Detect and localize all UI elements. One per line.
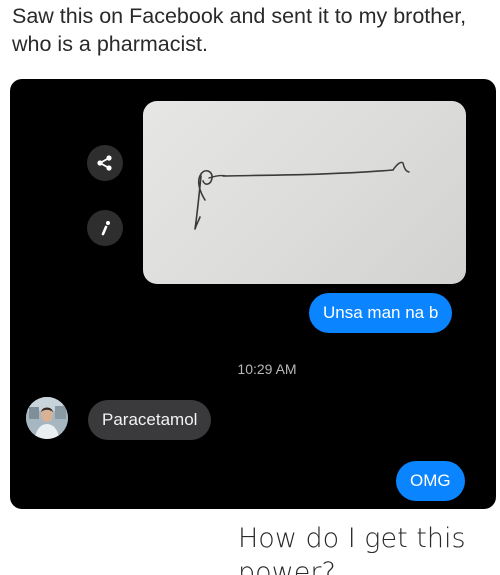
messenger-chat-screenshot: Unsa man na b 10:29 AM Paracetamol OMG: [10, 79, 496, 509]
pencil-icon: [101, 221, 110, 236]
message-bubble-outgoing[interactable]: Unsa man na b: [309, 293, 453, 333]
handwriting-photo[interactable]: [143, 101, 466, 284]
contact-avatar[interactable]: [26, 397, 68, 439]
message-timestamp: 10:29 AM: [10, 361, 496, 377]
message-bubble-incoming[interactable]: Paracetamol: [88, 400, 212, 440]
avatar-photo: [26, 397, 68, 439]
scribble-drawing: [194, 161, 410, 230]
top-caption: Saw this on Facebook and sent it to my b…: [12, 4, 467, 56]
share-icon: [97, 155, 112, 171]
bottom-caption: How do I get this power?: [238, 523, 466, 575]
share-button[interactable]: [87, 145, 123, 181]
timestamp-text: 10:29 AM: [237, 361, 297, 377]
edit-button[interactable]: [87, 210, 123, 246]
message-bubble-outgoing[interactable]: OMG: [396, 461, 465, 501]
